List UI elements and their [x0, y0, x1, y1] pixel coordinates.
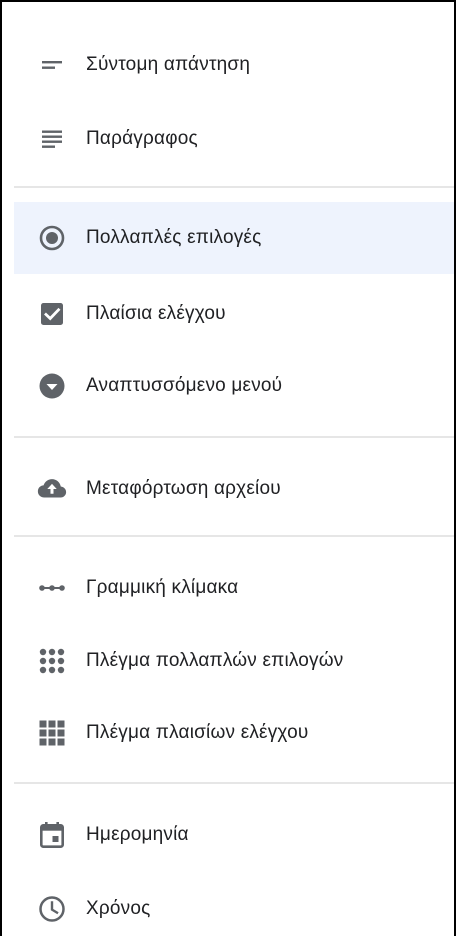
menu-item-label: Παράγραφος [86, 128, 198, 149]
menu-item-label: Πλαίσια ελέγχου [86, 303, 226, 324]
clock-icon [36, 893, 68, 925]
calendar-icon [36, 819, 68, 851]
menu-item-short-answer[interactable]: Σύντομη απάντηση [14, 29, 454, 101]
menu-item-label: Πολλαπλές επιλογές [86, 227, 262, 248]
multiple-choice-grid-icon [36, 645, 68, 677]
menu-item-linear-scale[interactable]: Γραμμική κλίμακα [14, 552, 454, 624]
divider [14, 535, 454, 537]
menu-item-label: Σύντομη απάντηση [86, 54, 251, 75]
divider [14, 186, 454, 188]
menu-item-checkboxes[interactable]: Πλαίσια ελέγχου [14, 278, 454, 350]
menu-item-multiple-choice[interactable]: Πολλαπλές επιλογές [14, 202, 454, 274]
menu-item-paragraph[interactable]: Παράγραφος [14, 103, 454, 175]
menu-item-file-upload[interactable]: Μεταφόρτωση αρχείου [14, 453, 454, 525]
menu-item-date[interactable]: Ημερομηνία [14, 799, 454, 871]
menu-item-label: Μεταφόρτωση αρχείου [86, 478, 281, 499]
menu-item-label: Πλέγμα πολλαπλών επιλογών [86, 650, 344, 671]
short-text-icon [36, 49, 68, 81]
menu-item-label: Αναπτυσσόμενο μενού [86, 375, 283, 396]
radio-button-icon [36, 222, 68, 254]
checkbox-grid-icon [36, 717, 68, 749]
menu-item-label: Χρόνος [86, 898, 151, 919]
menu-item-label: Πλέγμα πλαισίων ελέγχου [86, 722, 309, 743]
divider [14, 782, 454, 784]
divider [14, 436, 454, 438]
menu-item-label: Ημερομηνία [86, 824, 189, 845]
linear-scale-icon [36, 572, 68, 604]
menu-item-label: Γραμμική κλίμακα [86, 577, 239, 598]
dropdown-icon [36, 370, 68, 402]
menu-item-multiple-choice-grid[interactable]: Πλέγμα πολλαπλών επιλογών [14, 625, 454, 697]
menu-item-checkbox-grid[interactable]: Πλέγμα πλαισίων ελέγχου [14, 697, 454, 769]
menu-item-time[interactable]: Χρόνος [14, 873, 454, 945]
cloud-upload-icon [36, 473, 68, 505]
checkbox-icon [36, 298, 68, 330]
paragraph-icon [36, 123, 68, 155]
question-type-menu: Σύντομη απάντηση Παράγραφος Πολλαπλές επ… [0, 0, 456, 936]
menu-item-dropdown[interactable]: Αναπτυσσόμενο μενού [14, 350, 454, 422]
